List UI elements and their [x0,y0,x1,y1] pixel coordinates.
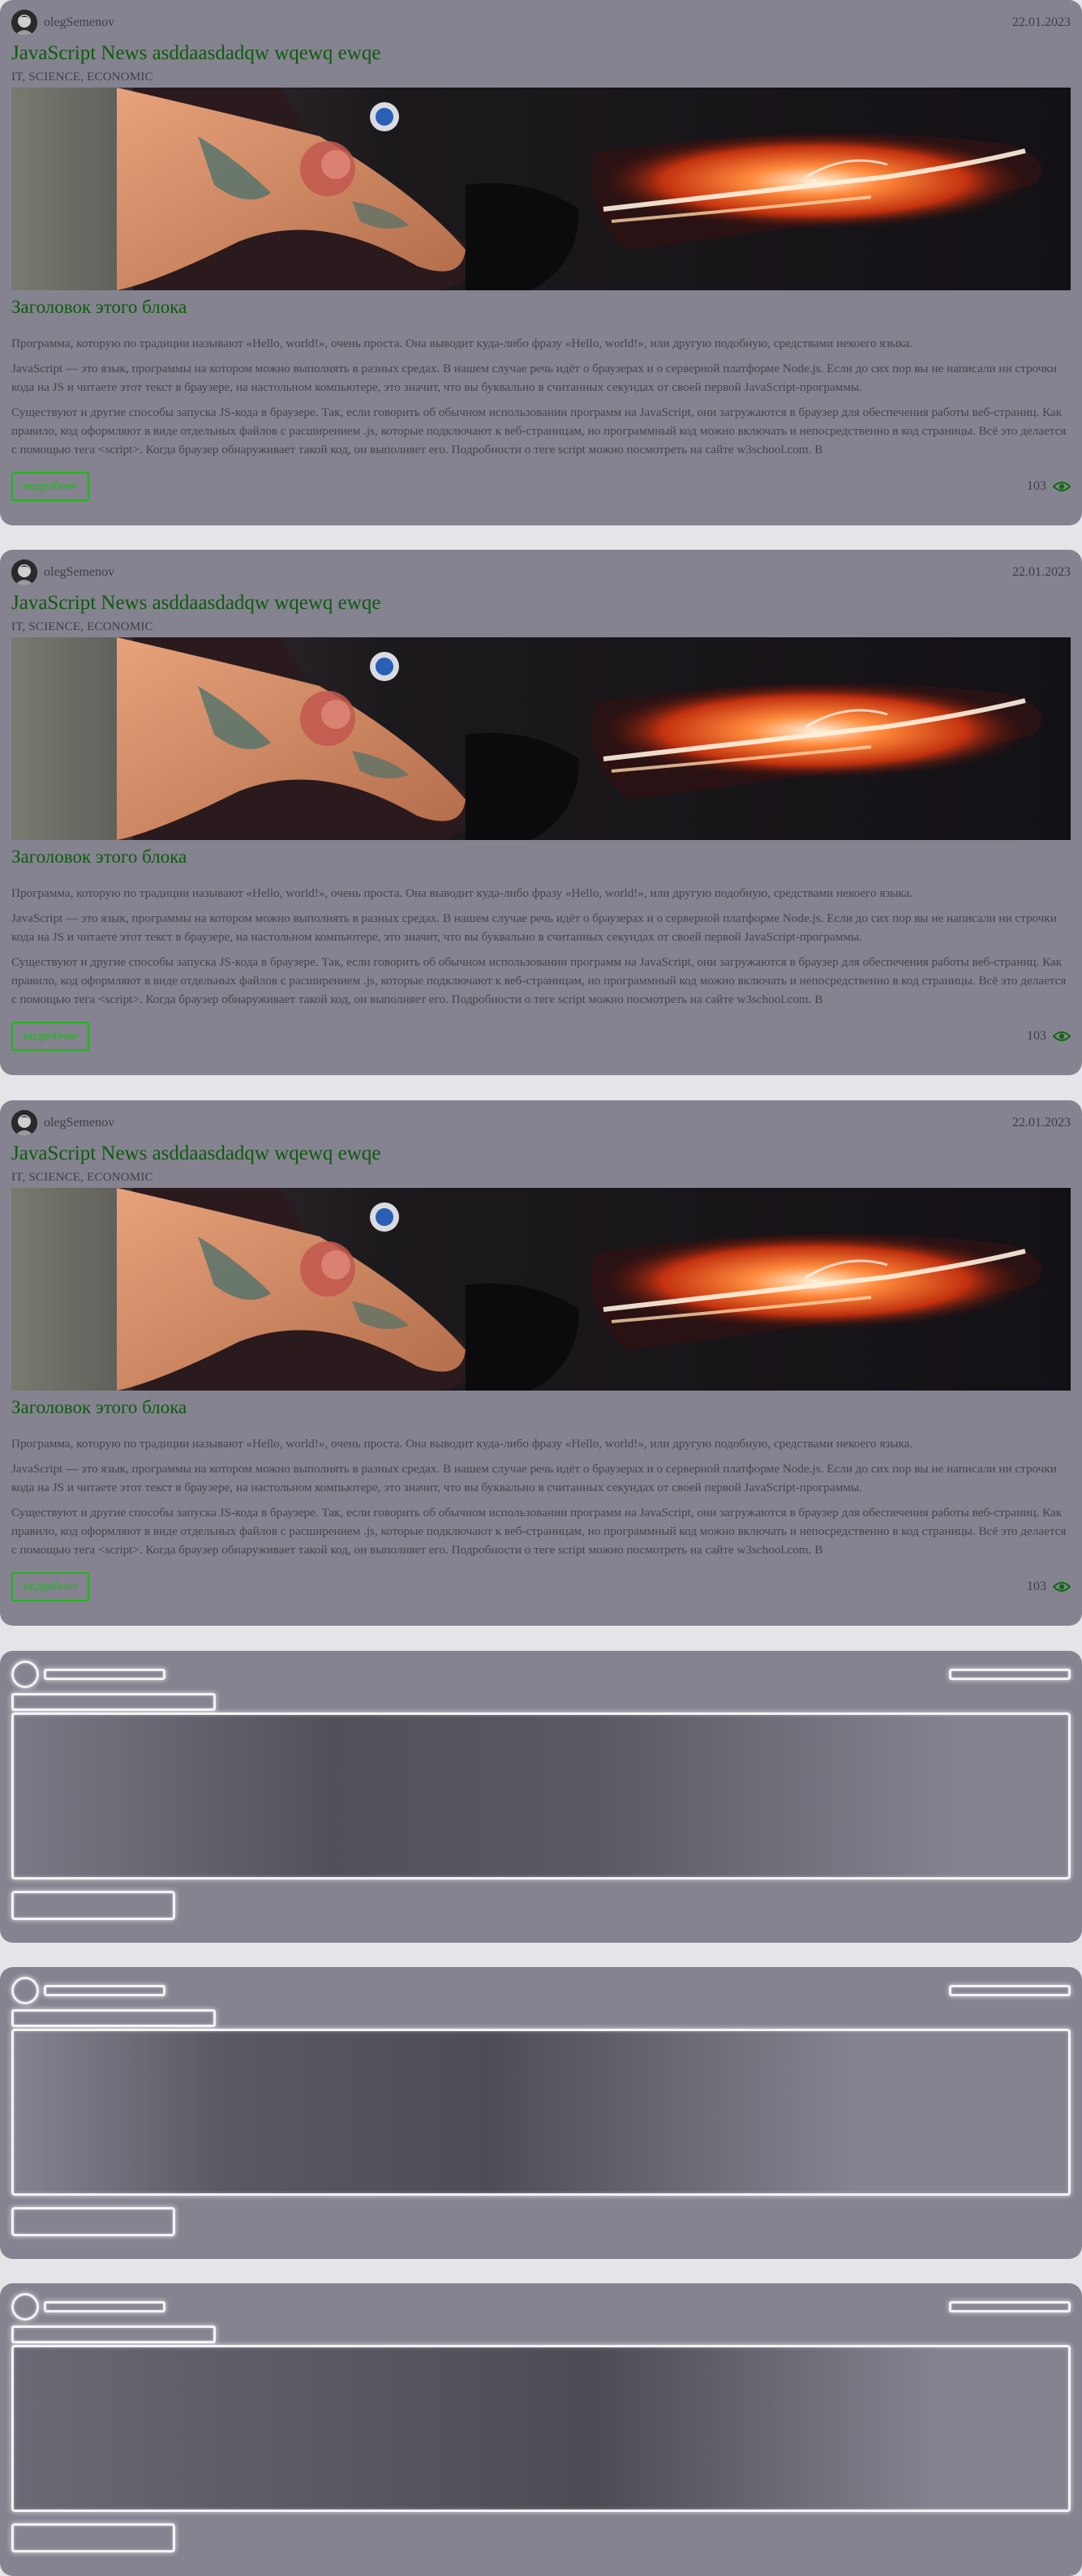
eye-icon [1053,482,1071,491]
views-count: 103 [1027,1579,1046,1593]
card-header: olegSemenov 22.01.2023 [11,10,1071,36]
news-card: olegSemenov 22.01.2023 JavaScript News a… [0,0,1082,525]
views-count: 103 [1027,1029,1046,1043]
post-body: Программа, которую по традиции называют … [11,1434,1071,1558]
paragraph: Существуют и другие способы запуска JS-к… [11,405,1067,456]
author-name[interactable]: olegSemenov [44,565,114,580]
read-more-button[interactable]: подробнее [11,1572,89,1601]
eye-icon [1053,1031,1071,1041]
skeleton-avatar [11,1661,39,1688]
skeleton-image [11,2345,1071,2512]
post-tags: IT, SCIENCE, ECONOMIC [11,620,153,633]
paragraph: Программа, которую по традиции называют … [11,886,913,900]
block-title: Заголовок этого блока [11,297,187,317]
skeleton-card [0,1967,1082,2259]
post-tags: IT, SCIENCE, ECONOMIC [11,71,153,84]
view-counter: 103 [1027,1028,1071,1044]
skeleton-button [11,2207,175,2236]
paragraph: JavaScript — это язык, программы на кото… [11,911,1057,944]
view-counter: 103 [1027,478,1071,495]
read-more-button[interactable]: подробнее [11,1022,89,1051]
post-date: 22.01.2023 [1012,15,1071,29]
skeleton-date [949,1985,1071,1996]
author-name[interactable]: olegSemenov [44,1116,114,1130]
post-body: Программа, которую по традиции называют … [11,884,1071,1007]
post-date: 22.01.2023 [1012,565,1071,579]
skeleton-button [11,2523,175,2552]
post-image [11,1188,1071,1391]
read-more-button[interactable]: подробнее [11,472,89,501]
paragraph: Существуют и другие способы запуска JS-к… [11,955,1067,1006]
skeleton-title [11,2325,216,2343]
skeleton-avatar [11,2293,39,2321]
paragraph: JavaScript — это язык, программы на кото… [11,362,1057,394]
skeleton-image [11,1712,1071,1879]
skeleton-author [44,1669,165,1680]
block-title: Заголовок этого блока [11,1397,187,1417]
post-title[interactable]: JavaScript News asddaasdadqw wqewq ewqe [11,592,380,615]
author-avatar[interactable] [11,10,37,36]
post-body: Программа, которую по традиции называют … [11,334,1071,457]
skeleton-title [11,2009,216,2027]
skeleton-button [11,1891,175,1920]
news-card: olegSemenov 22.01.2023 JavaScript News a… [0,550,1082,1075]
block-title: Заголовок этого блока [11,847,187,867]
card-header: olegSemenov 22.01.2023 [11,1110,1071,1136]
post-tags: IT, SCIENCE, ECONOMIC [11,1171,153,1184]
post-title[interactable]: JavaScript News asddaasdadqw wqewq ewqe [11,1142,380,1165]
view-counter: 103 [1027,1579,1071,1595]
skeleton-author [44,1985,165,1996]
post-title[interactable]: JavaScript News asddaasdadqw wqewq ewqe [11,42,380,65]
post-image [11,88,1071,290]
skeleton-date [949,2301,1071,2312]
author-avatar[interactable] [11,559,37,585]
skeleton-card [0,2283,1082,2576]
paragraph: Существуют и другие способы запуска JS-к… [11,1506,1067,1557]
eye-icon [1053,1582,1071,1592]
skeleton-title [11,1693,216,1711]
author-name[interactable]: olegSemenov [44,15,114,30]
post-date: 22.01.2023 [1012,1116,1071,1129]
post-image [11,637,1071,840]
skeleton-image [11,2029,1071,2196]
skeleton-card [0,1651,1082,1943]
skeleton-avatar [11,1977,39,2004]
paragraph: JavaScript — это язык, программы на кото… [11,1462,1057,1494]
views-count: 103 [1027,479,1046,493]
paragraph: Программа, которую по традиции называют … [11,1437,913,1451]
paragraph: Программа, которую по традиции называют … [11,336,913,350]
author-avatar[interactable] [11,1110,37,1136]
skeleton-author [44,2301,165,2312]
news-card: olegSemenov 22.01.2023 JavaScript News a… [0,1100,1082,1626]
card-header: olegSemenov 22.01.2023 [11,559,1071,585]
skeleton-date [949,1669,1071,1680]
